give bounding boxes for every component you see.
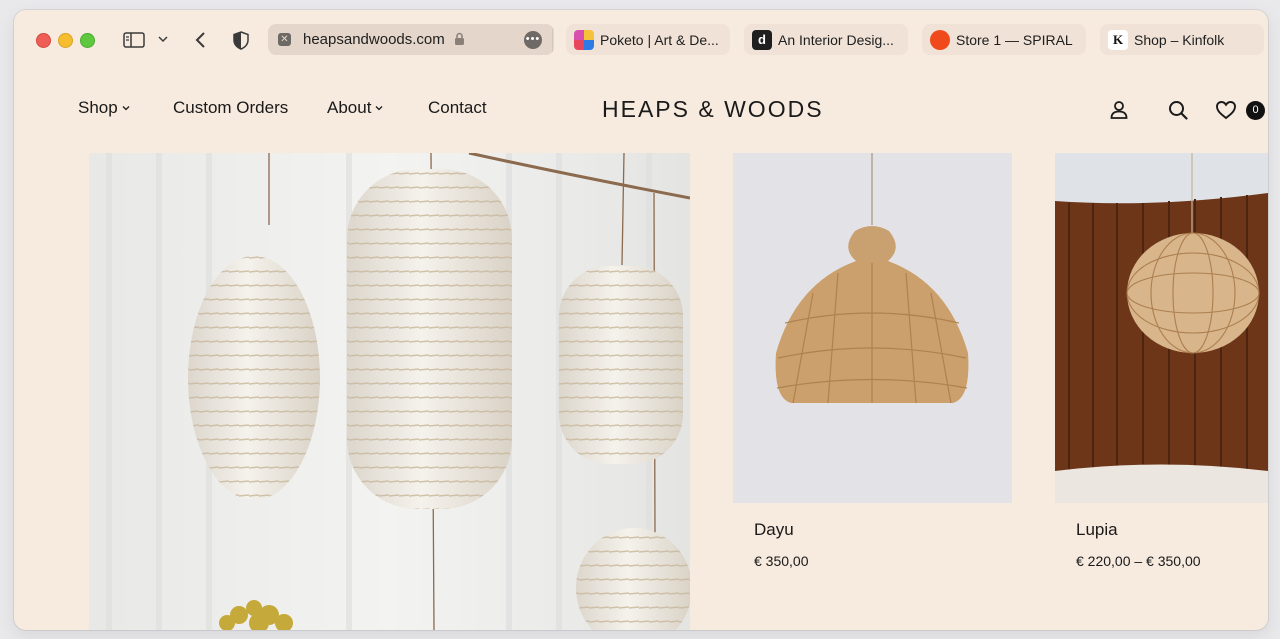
site-favicon-icon: ✕	[278, 33, 291, 46]
product-price: € 220,00 – € 350,00	[1076, 553, 1201, 569]
nav-shop-label: Shop	[78, 98, 118, 117]
toolbar-separator	[552, 28, 553, 52]
sidebar-icon[interactable]	[122, 31, 146, 49]
tab-label: Store 1 — SPIRAL	[956, 31, 1073, 48]
tab-interior-design[interactable]: d An Interior Desig...	[744, 24, 908, 55]
nav-contact[interactable]: Contact	[428, 98, 487, 118]
product-image-lupia[interactable]	[1055, 153, 1268, 503]
nav-about[interactable]: About	[327, 98, 383, 118]
back-icon[interactable]	[192, 30, 208, 50]
spiral-favicon-icon	[930, 29, 950, 50]
product-name[interactable]: Dayu	[754, 520, 794, 540]
d-favicon-icon: d	[752, 29, 772, 50]
k-favicon-icon: K	[1108, 29, 1128, 50]
account-icon[interactable]	[1108, 99, 1130, 121]
heart-icon[interactable]	[1215, 99, 1237, 121]
nav-shop[interactable]: Shop	[78, 98, 130, 118]
tab-spiral[interactable]: Store 1 — SPIRAL	[922, 24, 1086, 55]
zoom-window-button[interactable]	[80, 33, 95, 48]
wishlist-count-badge: 0	[1246, 101, 1265, 120]
more-icon[interactable]: •••	[524, 31, 542, 49]
browser-toolbar: ✕ heapsandwoods.com ••• Poketo | Art & D…	[14, 10, 1268, 68]
chevron-down-icon[interactable]	[157, 33, 169, 45]
search-icon[interactable]	[1167, 99, 1189, 121]
product-name[interactable]: Lupia	[1076, 520, 1118, 540]
address-url: heapsandwoods.com	[303, 31, 445, 48]
poketo-favicon-icon	[574, 29, 594, 50]
tab-label: An Interior Desig...	[778, 31, 894, 48]
nav-about-label: About	[327, 98, 372, 117]
tab-label: Shop – Kinfolk	[1134, 31, 1225, 48]
nav-custom-orders-label: Custom Orders	[173, 98, 289, 117]
shield-icon[interactable]	[232, 30, 250, 50]
tab-kinfolk[interactable]: K Shop – Kinfolk	[1100, 24, 1264, 55]
address-bar[interactable]: ✕ heapsandwoods.com •••	[268, 24, 554, 55]
product-image-dayu[interactable]	[733, 153, 1012, 503]
product-price: € 350,00	[754, 553, 809, 569]
browser-window: ✕ heapsandwoods.com ••• Poketo | Art & D…	[14, 10, 1268, 630]
tab-label: Poketo | Art & De...	[600, 31, 719, 48]
tab-poketo[interactable]: Poketo | Art & De...	[566, 24, 730, 55]
chevron-down-icon	[375, 106, 383, 111]
minimize-window-button[interactable]	[58, 33, 73, 48]
close-window-button[interactable]	[36, 33, 51, 48]
nav-custom-orders[interactable]: Custom Orders	[173, 98, 288, 118]
site-logo[interactable]: HEAPS & WOODS	[602, 96, 824, 123]
nav-contact-label: Contact	[428, 98, 487, 117]
lock-icon	[455, 32, 464, 45]
chevron-down-icon	[122, 106, 130, 111]
hero-lanterns-image[interactable]	[89, 153, 690, 630]
